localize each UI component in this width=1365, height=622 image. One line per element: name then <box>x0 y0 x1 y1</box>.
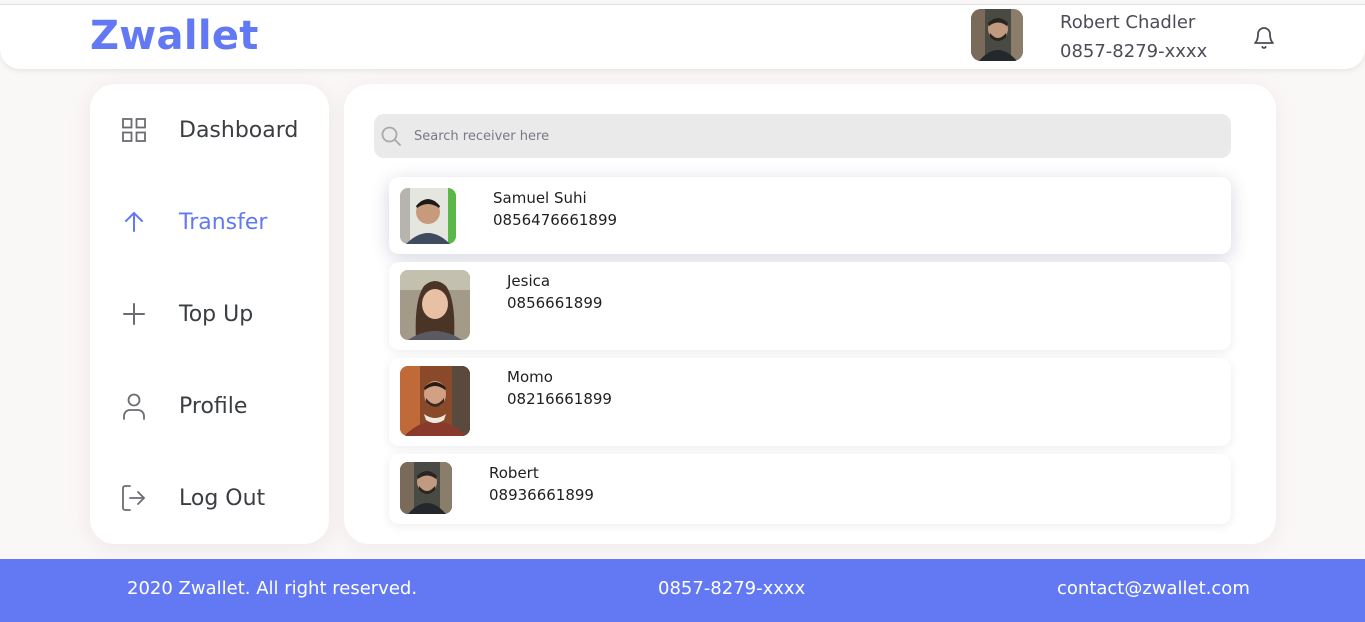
sidebar-item-top-up[interactable]: Top Up <box>120 294 320 334</box>
plus-icon <box>120 300 148 328</box>
sidebar-nav: Dashboard Transfer Top Up Profile Log Ou… <box>90 84 329 544</box>
contact-avatar <box>400 188 456 244</box>
contact-card[interactable]: Robert 08936661899 <box>389 454 1231 524</box>
sidebar-item-transfer[interactable]: Transfer <box>120 202 320 242</box>
contact-name: Momo <box>507 368 553 386</box>
contact-card[interactable]: Momo 08216661899 <box>389 358 1231 446</box>
footer: 2020 Zwallet. All right reserved. 0857-8… <box>0 559 1365 622</box>
contact-avatar <box>400 366 470 436</box>
contact-avatar <box>400 462 452 514</box>
search-icon <box>380 125 402 147</box>
sidebar-item-label: Log Out <box>179 485 266 511</box>
search-input[interactable] <box>414 114 1214 158</box>
grid-icon <box>120 116 148 144</box>
brand-logo[interactable]: Zwallet <box>90 13 259 59</box>
sidebar-item-label: Top Up <box>179 301 254 327</box>
bell-icon[interactable] <box>1252 25 1276 51</box>
footer-copyright: 2020 Zwallet. All right reserved. <box>127 578 418 599</box>
contact-avatar <box>400 270 470 340</box>
contact-phone: 08216661899 <box>507 390 612 408</box>
contact-card[interactable]: Jesica 0856661899 <box>389 262 1231 350</box>
header-avatar[interactable] <box>971 9 1023 61</box>
contact-name: Samuel Suhi <box>493 189 587 207</box>
contact-phone: 0856476661899 <box>493 211 618 229</box>
contact-name: Jesica <box>507 272 551 290</box>
footer-phone: 0857-8279-xxxx <box>658 578 806 599</box>
footer-email[interactable]: contact@zwallet.com <box>1057 578 1250 599</box>
contact-name: Robert <box>489 464 539 482</box>
arrow-up-icon <box>120 208 148 236</box>
contact-phone: 0856661899 <box>507 294 603 312</box>
header-user-phone: 0857-8279-xxxx <box>1060 41 1208 62</box>
sidebar-item-label: Dashboard <box>179 117 299 143</box>
sidebar-item-dashboard[interactable]: Dashboard <box>120 110 320 150</box>
user-icon <box>120 392 148 420</box>
contact-phone: 08936661899 <box>489 486 594 504</box>
header-user-name: Robert Chadler <box>1060 12 1196 33</box>
sidebar-item-profile[interactable]: Profile <box>120 386 320 426</box>
sidebar-item-log-out[interactable]: Log Out <box>120 478 320 518</box>
contact-card[interactable]: Samuel Suhi 0856476661899 <box>389 177 1231 254</box>
sidebar-item-label: Profile <box>179 393 248 419</box>
sidebar-item-label: Transfer <box>179 209 268 235</box>
top-header: Zwallet Robert Chadler 0857-8279-xxxx <box>0 4 1365 69</box>
search-bar[interactable] <box>374 114 1231 158</box>
transfer-panel: Samuel Suhi 0856476661899 Jesica 0856661… <box>344 84 1276 544</box>
logout-icon <box>120 484 148 512</box>
